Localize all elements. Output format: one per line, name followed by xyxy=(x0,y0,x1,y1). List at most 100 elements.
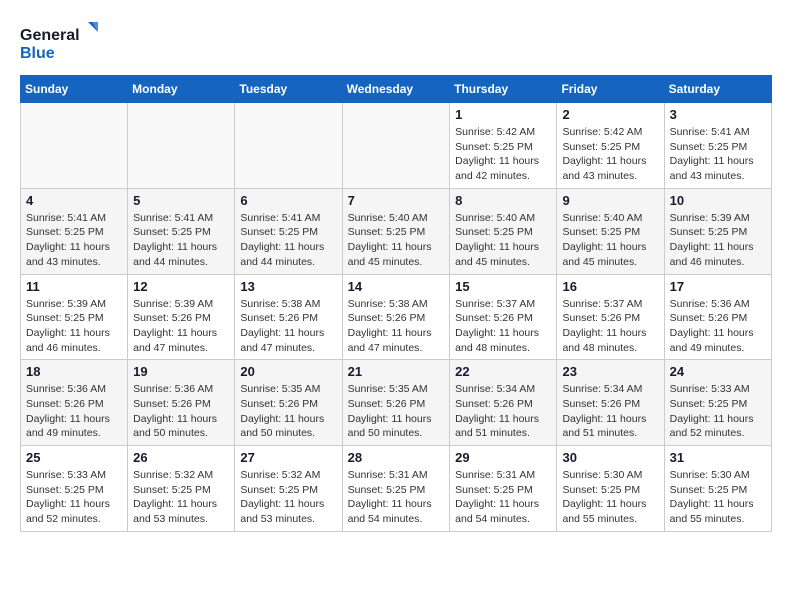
day-info: Sunrise: 5:35 AM Sunset: 5:26 PM Dayligh… xyxy=(240,382,336,441)
day-info: Sunrise: 5:40 AM Sunset: 5:25 PM Dayligh… xyxy=(455,211,551,270)
day-number: 31 xyxy=(670,450,766,465)
day-number: 25 xyxy=(26,450,122,465)
day-info: Sunrise: 5:41 AM Sunset: 5:25 PM Dayligh… xyxy=(26,211,122,270)
calendar-day-cell: 8Sunrise: 5:40 AM Sunset: 5:25 PM Daylig… xyxy=(450,188,557,274)
day-number: 6 xyxy=(240,193,336,208)
calendar-week-row: 4 Sunrise: 5:41 AM Sunset: 5:25 PM Daylig… xyxy=(21,188,772,274)
day-info: Sunrise: 5:42 AM Sunset: 5:25 PM Dayligh… xyxy=(562,125,658,184)
svg-text:General: General xyxy=(20,27,80,44)
calendar-day-cell: 15 Sunrise: 5:37 AM Sunset: 5:26 PM Dayli… xyxy=(450,274,557,360)
calendar-day-cell: 25Sunrise: 5:33 AM Sunset: 5:25 PM Dayli… xyxy=(21,446,128,532)
day-number: 29 xyxy=(455,450,551,465)
calendar-week-row: 1 Sunrise: 5:42 AM Sunset: 5:25 PM Daylig… xyxy=(21,103,772,189)
weekday-header: Thursday xyxy=(450,76,557,103)
day-number: 21 xyxy=(348,364,445,379)
day-number: 7 xyxy=(348,193,445,208)
day-number: 15 xyxy=(455,279,551,294)
logo: General Blue xyxy=(20,20,100,65)
day-number: 30 xyxy=(562,450,658,465)
day-info: Sunrise: 5:39 AM Sunset: 5:25 PM Dayligh… xyxy=(670,211,766,270)
calendar-day-cell: 24Sunrise: 5:33 AM Sunset: 5:25 PM Dayli… xyxy=(664,360,771,446)
day-number: 1 xyxy=(455,107,551,122)
calendar-day-cell: 23Sunrise: 5:34 AM Sunset: 5:26 PM Dayli… xyxy=(557,360,664,446)
day-info: Sunrise: 5:31 AM Sunset: 5:25 PM Dayligh… xyxy=(455,468,551,527)
day-info: Sunrise: 5:40 AM Sunset: 5:25 PM Dayligh… xyxy=(348,211,445,270)
calendar-day-cell: 4 Sunrise: 5:41 AM Sunset: 5:25 PM Daylig… xyxy=(21,188,128,274)
calendar-day-cell: 26Sunrise: 5:32 AM Sunset: 5:25 PM Dayli… xyxy=(128,446,235,532)
calendar-day-cell: 10 Sunrise: 5:39 AM Sunset: 5:25 PM Dayli… xyxy=(664,188,771,274)
calendar-day-cell: 12 Sunrise: 5:39 AM Sunset: 5:26 PM Dayli… xyxy=(128,274,235,360)
day-info: Sunrise: 5:31 AM Sunset: 5:25 PM Dayligh… xyxy=(348,468,445,527)
day-number: 22 xyxy=(455,364,551,379)
calendar-day-cell xyxy=(342,103,450,189)
weekday-header: Tuesday xyxy=(235,76,342,103)
calendar-day-cell: 13 Sunrise: 5:38 AM Sunset: 5:26 PM Dayli… xyxy=(235,274,342,360)
day-info: Sunrise: 5:36 AM Sunset: 5:26 PM Dayligh… xyxy=(670,297,766,356)
calendar-day-cell: 1 Sunrise: 5:42 AM Sunset: 5:25 PM Daylig… xyxy=(450,103,557,189)
calendar-day-cell: 20 Sunrise: 5:35 AM Sunset: 5:26 PM Dayli… xyxy=(235,360,342,446)
day-info: Sunrise: 5:40 AM Sunset: 5:25 PM Dayligh… xyxy=(562,211,658,270)
page-header: General Blue xyxy=(20,20,772,65)
svg-text:Blue: Blue xyxy=(20,45,55,62)
day-number: 16 xyxy=(562,279,658,294)
day-info: Sunrise: 5:34 AM Sunset: 5:26 PM Dayligh… xyxy=(455,382,551,441)
day-number: 4 xyxy=(26,193,122,208)
calendar-day-cell xyxy=(235,103,342,189)
day-info: Sunrise: 5:38 AM Sunset: 5:26 PM Dayligh… xyxy=(240,297,336,356)
day-info: Sunrise: 5:36 AM Sunset: 5:26 PM Dayligh… xyxy=(26,382,122,441)
day-number: 20 xyxy=(240,364,336,379)
day-info: Sunrise: 5:42 AM Sunset: 5:25 PM Dayligh… xyxy=(455,125,551,184)
calendar-day-cell: 16 Sunrise: 5:37 AM Sunset: 5:26 PM Dayli… xyxy=(557,274,664,360)
weekday-header: Friday xyxy=(557,76,664,103)
calendar-day-cell: 18 Sunrise: 5:36 AM Sunset: 5:26 PM Dayli… xyxy=(21,360,128,446)
day-info: Sunrise: 5:39 AM Sunset: 5:26 PM Dayligh… xyxy=(133,297,229,356)
day-number: 27 xyxy=(240,450,336,465)
weekday-header: Saturday xyxy=(664,76,771,103)
day-info: Sunrise: 5:36 AM Sunset: 5:26 PM Dayligh… xyxy=(133,382,229,441)
day-number: 28 xyxy=(348,450,445,465)
day-info: Sunrise: 5:37 AM Sunset: 5:26 PM Dayligh… xyxy=(562,297,658,356)
day-number: 5 xyxy=(133,193,229,208)
day-number: 9 xyxy=(562,193,658,208)
day-number: 18 xyxy=(26,364,122,379)
day-number: 12 xyxy=(133,279,229,294)
calendar-header-row: SundayMondayTuesdayWednesdayThursdayFrid… xyxy=(21,76,772,103)
calendar-day-cell xyxy=(21,103,128,189)
day-number: 3 xyxy=(670,107,766,122)
day-number: 2 xyxy=(562,107,658,122)
day-info: Sunrise: 5:30 AM Sunset: 5:25 PM Dayligh… xyxy=(670,468,766,527)
day-info: Sunrise: 5:37 AM Sunset: 5:26 PM Dayligh… xyxy=(455,297,551,356)
calendar-day-cell: 31 Sunrise: 5:30 AM Sunset: 5:25 PM Dayli… xyxy=(664,446,771,532)
calendar-day-cell: 3 Sunrise: 5:41 AM Sunset: 5:25 PM Daylig… xyxy=(664,103,771,189)
day-info: Sunrise: 5:39 AM Sunset: 5:25 PM Dayligh… xyxy=(26,297,122,356)
calendar-day-cell: 22 Sunrise: 5:34 AM Sunset: 5:26 PM Dayli… xyxy=(450,360,557,446)
day-info: Sunrise: 5:38 AM Sunset: 5:26 PM Dayligh… xyxy=(348,297,445,356)
calendar-day-cell: 14 Sunrise: 5:38 AM Sunset: 5:26 PM Dayli… xyxy=(342,274,450,360)
day-number: 14 xyxy=(348,279,445,294)
day-info: Sunrise: 5:35 AM Sunset: 5:26 PM Dayligh… xyxy=(348,382,445,441)
day-number: 23 xyxy=(562,364,658,379)
calendar-week-row: 25Sunrise: 5:33 AM Sunset: 5:25 PM Dayli… xyxy=(21,446,772,532)
calendar-table: SundayMondayTuesdayWednesdayThursdayFrid… xyxy=(20,75,772,532)
day-info: Sunrise: 5:32 AM Sunset: 5:25 PM Dayligh… xyxy=(133,468,229,527)
calendar-day-cell: 17 Sunrise: 5:36 AM Sunset: 5:26 PM Dayli… xyxy=(664,274,771,360)
calendar-day-cell xyxy=(128,103,235,189)
day-info: Sunrise: 5:33 AM Sunset: 5:25 PM Dayligh… xyxy=(670,382,766,441)
calendar-day-cell: 11 Sunrise: 5:39 AM Sunset: 5:25 PM Dayli… xyxy=(21,274,128,360)
day-number: 10 xyxy=(670,193,766,208)
calendar-day-cell: 2 Sunrise: 5:42 AM Sunset: 5:25 PM Daylig… xyxy=(557,103,664,189)
calendar-day-cell: 29 Sunrise: 5:31 AM Sunset: 5:25 PM Dayli… xyxy=(450,446,557,532)
day-info: Sunrise: 5:41 AM Sunset: 5:25 PM Dayligh… xyxy=(240,211,336,270)
calendar-day-cell: 28 Sunrise: 5:31 AM Sunset: 5:25 PM Dayli… xyxy=(342,446,450,532)
day-number: 13 xyxy=(240,279,336,294)
day-number: 17 xyxy=(670,279,766,294)
day-info: Sunrise: 5:32 AM Sunset: 5:25 PM Dayligh… xyxy=(240,468,336,527)
day-info: Sunrise: 5:41 AM Sunset: 5:25 PM Dayligh… xyxy=(670,125,766,184)
calendar-day-cell: 6 Sunrise: 5:41 AM Sunset: 5:25 PM Daylig… xyxy=(235,188,342,274)
weekday-header: Wednesday xyxy=(342,76,450,103)
calendar-day-cell: 19 Sunrise: 5:36 AM Sunset: 5:26 PM Dayli… xyxy=(128,360,235,446)
day-number: 11 xyxy=(26,279,122,294)
day-number: 19 xyxy=(133,364,229,379)
calendar-week-row: 11 Sunrise: 5:39 AM Sunset: 5:25 PM Dayli… xyxy=(21,274,772,360)
calendar-week-row: 18 Sunrise: 5:36 AM Sunset: 5:26 PM Dayli… xyxy=(21,360,772,446)
